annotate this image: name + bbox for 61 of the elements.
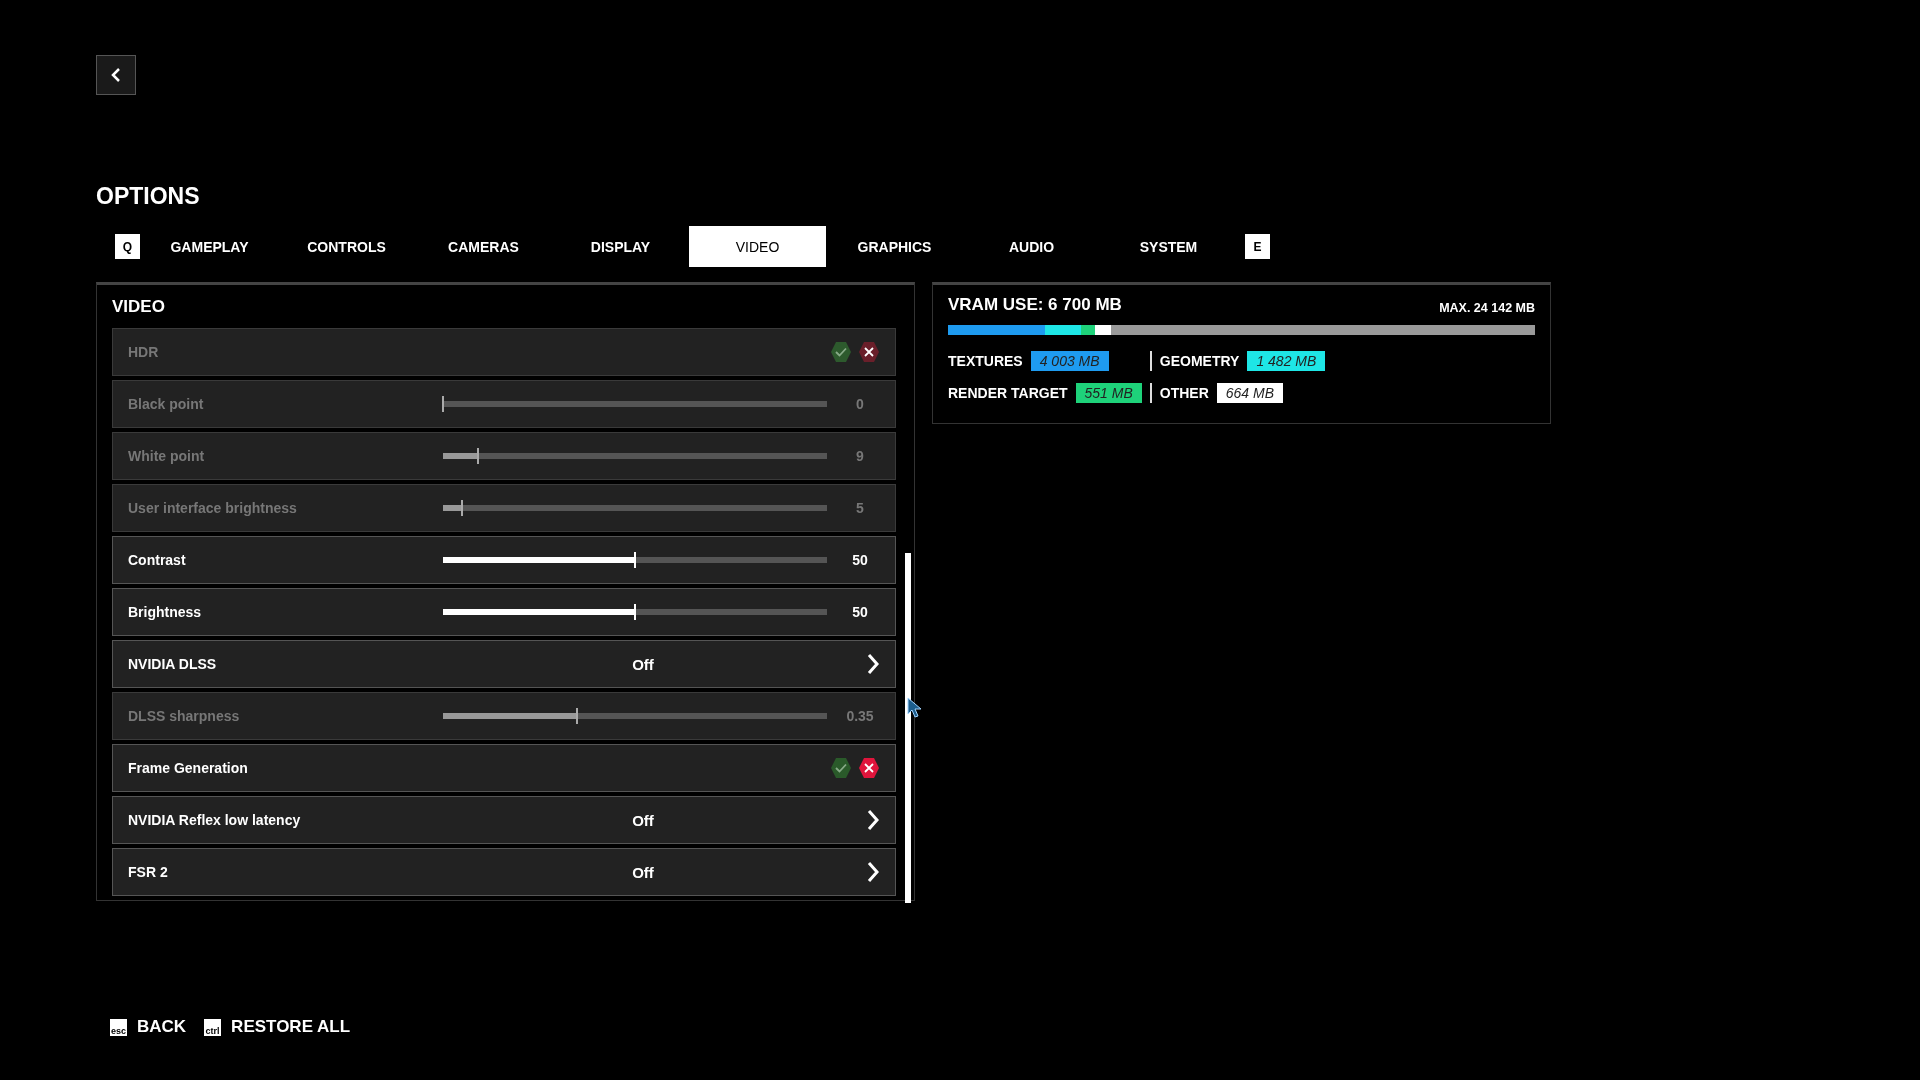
- setting-label: Brightness: [128, 604, 203, 620]
- option-value: Off: [631, 863, 655, 881]
- scrollbar[interactable]: [905, 553, 911, 903]
- slider-value: 0.35: [845, 708, 875, 724]
- chevron-right-icon[interactable]: [866, 653, 880, 675]
- legend-value: 1 482 MB: [1247, 351, 1326, 371]
- tab[interactable]: SYSTEM: [1100, 226, 1237, 267]
- tab[interactable]: CAMERAS: [415, 226, 552, 267]
- slider-value: 0: [855, 396, 865, 412]
- slider-value: 50: [851, 552, 869, 568]
- tab[interactable]: VIDEO: [689, 226, 826, 267]
- tab[interactable]: AUDIO: [963, 226, 1100, 267]
- footer-button[interactable]: esc BACK: [110, 1017, 187, 1037]
- setting-row[interactable]: FSR 2 Off: [112, 848, 896, 896]
- setting-label: NVIDIA Reflex low latency: [128, 812, 302, 828]
- legend-label: OTHER: [1159, 385, 1209, 401]
- setting-label: HDR: [128, 344, 160, 360]
- legend-label: GEOMETRY: [1159, 353, 1240, 369]
- option-value: Off: [631, 811, 655, 829]
- setting-label: Black point: [128, 396, 205, 412]
- back-button[interactable]: [96, 55, 136, 95]
- chevron-right-icon[interactable]: [866, 809, 880, 831]
- key-hint: ctrl: [204, 1018, 222, 1036]
- setting-label: Frame Generation: [128, 760, 249, 776]
- section-title: VIDEO: [112, 297, 165, 317]
- option-value: Off: [631, 655, 655, 673]
- vram-max: MAX. 24 142 MB: [1439, 301, 1535, 315]
- chevron-left-icon: [109, 67, 123, 83]
- slider-value: 9: [855, 448, 865, 464]
- setting-label: Contrast: [128, 552, 187, 568]
- setting-label: NVIDIA DLSS: [128, 656, 218, 672]
- key-hint: Q: [115, 234, 140, 259]
- tab[interactable]: DISPLAY: [552, 226, 689, 267]
- tab[interactable]: GAMEPLAY: [141, 226, 278, 267]
- key-hint: esc: [110, 1018, 127, 1036]
- setting-label: User interface brightness: [128, 500, 298, 516]
- setting-row[interactable]: Brightness 50: [112, 588, 896, 636]
- setting-label: DLSS sharpness: [128, 708, 241, 724]
- page-title: OPTIONS: [96, 183, 201, 210]
- tab[interactable]: GRAPHICS: [826, 226, 963, 267]
- legend-label: RENDER TARGET: [948, 385, 1068, 401]
- setting-label: White point: [128, 448, 206, 464]
- setting-row[interactable]: Frame Generation: [112, 744, 896, 792]
- vram-title: VRAM USE: 6 700 MB: [948, 295, 1122, 315]
- legend-value: 551 MB: [1075, 383, 1142, 403]
- setting-row[interactable]: NVIDIA DLSS Off: [112, 640, 896, 688]
- tab[interactable]: CONTROLS: [278, 226, 415, 267]
- key-hint: E: [1245, 234, 1270, 259]
- setting-row[interactable]: NVIDIA Reflex low latency Off: [112, 796, 896, 844]
- legend-value: 664 MB: [1216, 383, 1284, 403]
- chevron-right-icon[interactable]: [866, 861, 880, 883]
- slider-value: 50: [851, 604, 869, 620]
- legend-label: TEXTURES: [948, 353, 1023, 369]
- footer-button[interactable]: ctrl RESTORE ALL: [204, 1017, 351, 1037]
- setting-row[interactable]: Contrast 50: [112, 536, 896, 584]
- close-icon[interactable]: [858, 757, 880, 779]
- slider-value: 5: [855, 500, 865, 516]
- check-icon[interactable]: [830, 757, 852, 779]
- legend-value: 4 003 MB: [1030, 351, 1109, 371]
- pointer-icon: [907, 697, 922, 718]
- setting-label: FSR 2: [128, 864, 169, 880]
